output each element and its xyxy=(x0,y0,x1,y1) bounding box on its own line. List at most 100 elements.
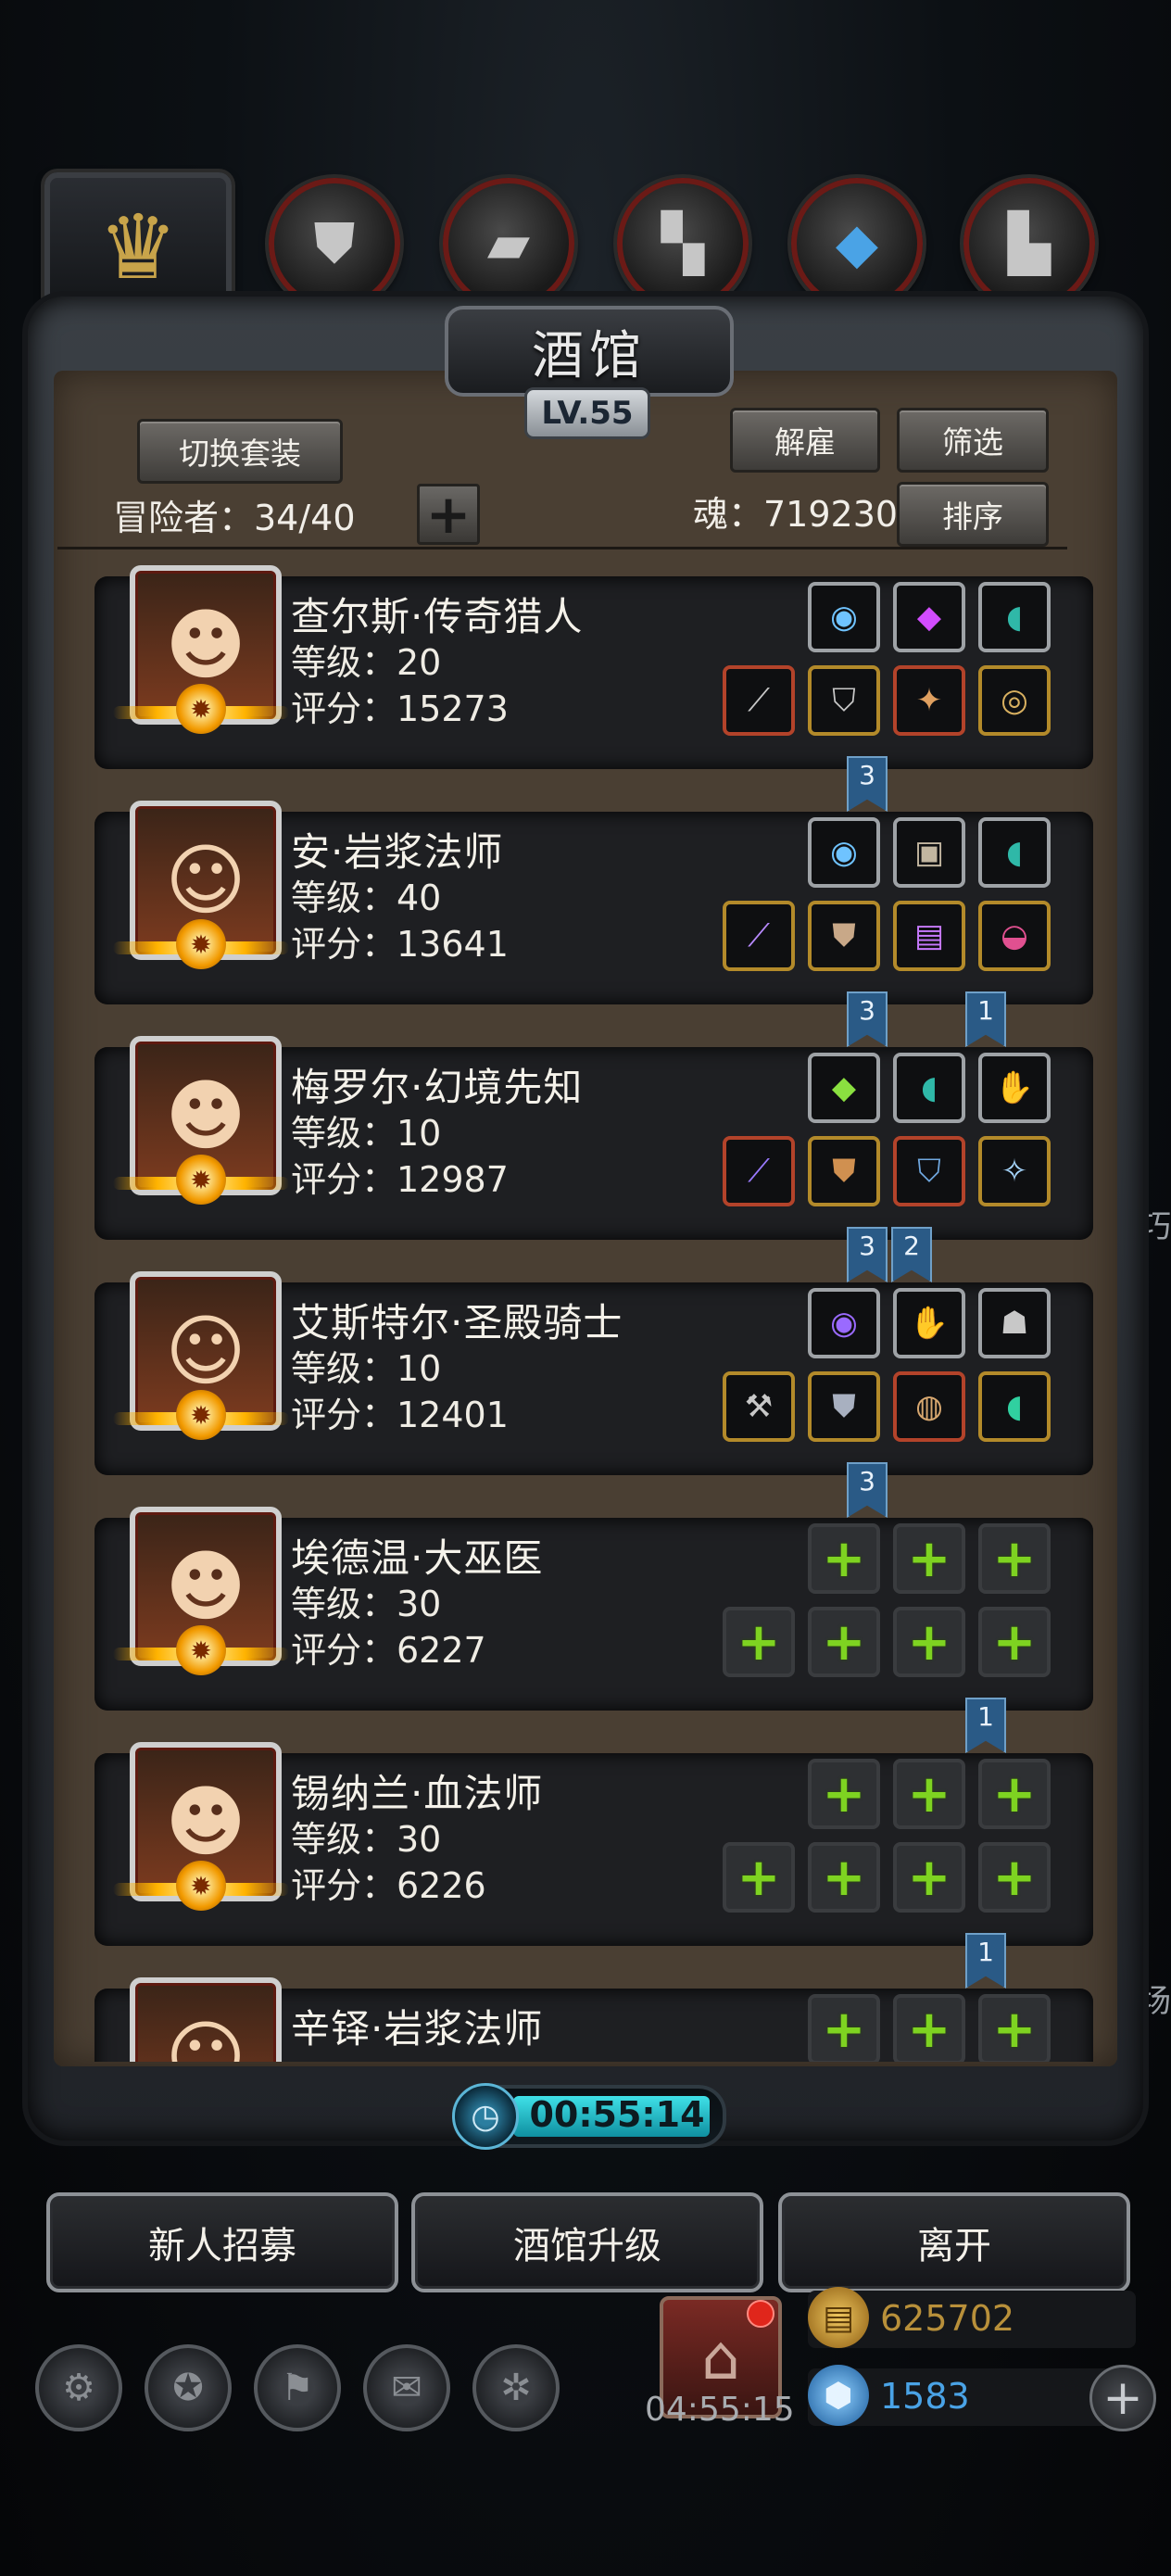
equip-slot[interactable]: ⛊ xyxy=(808,901,880,971)
hero-card[interactable]: ☺✹辛铎·岩浆法师+++ xyxy=(94,1977,1093,2062)
tab-crystal[interactable]: ◆ xyxy=(791,178,923,309)
hero-level: 等级：20 xyxy=(291,642,442,683)
gear-icon: ⚙ xyxy=(62,2367,95,2409)
tab-chest[interactable]: ▙ xyxy=(963,178,1095,309)
equip-slot[interactable]: ◉ xyxy=(808,817,880,888)
empty-equip-slot[interactable]: + xyxy=(893,1759,965,1829)
set-bonus-flag: 3 xyxy=(847,1227,888,1282)
recruit-button[interactable]: 新人招募 xyxy=(46,2192,398,2292)
soul-count: 魂：719230 xyxy=(693,494,899,535)
equip-slot[interactable]: ⛉ xyxy=(808,665,880,736)
ring-icon: ◎ xyxy=(1001,682,1028,719)
chest-icon: ▙ xyxy=(1007,211,1051,276)
set-bonus-flag: 3 xyxy=(847,756,888,812)
equip-slot[interactable]: ✋ xyxy=(893,1288,965,1358)
tab-iron[interactable]: ▚ xyxy=(617,178,749,309)
plus-icon: + xyxy=(1102,2370,1143,2426)
guild-button[interactable]: ⚑ xyxy=(254,2344,341,2431)
green-crystal-icon: ◆ xyxy=(831,1069,857,1106)
equip-slot[interactable]: ◉ xyxy=(808,1288,880,1358)
hero-level: 等级：10 xyxy=(291,1348,442,1389)
add-equip-icon: + xyxy=(737,1847,781,1908)
equip-slot[interactable]: ◒ xyxy=(978,901,1051,971)
empty-equip-slot[interactable]: + xyxy=(808,1994,880,2062)
equip-slot[interactable]: ◍ xyxy=(893,1371,965,1442)
add-adventurer-button[interactable]: + xyxy=(417,483,480,546)
empty-equip-slot[interactable]: + xyxy=(893,1994,965,2062)
settings-button[interactable]: ⚙ xyxy=(35,2344,122,2431)
empty-equip-slot[interactable]: + xyxy=(723,1842,795,1913)
hero-card[interactable]: ☻ ✹ 埃德温·大巫医 等级：30 评分：6227 + + + + + + + xyxy=(94,1507,1093,1711)
rune-icon: ✲ xyxy=(500,2367,532,2409)
gold-icon: ▤ xyxy=(808,2287,869,2348)
equip-slot[interactable]: ⛊ xyxy=(808,1371,880,1442)
empty-equip-slot[interactable]: + xyxy=(978,1842,1051,1913)
equip-slot[interactable]: ⟋ xyxy=(723,1136,795,1206)
equip-slot[interactable]: ◖ xyxy=(978,817,1051,888)
equip-slot[interactable]: ▣ xyxy=(893,817,965,888)
leave-button[interactable]: 离开 xyxy=(778,2192,1130,2292)
robe-icon: ⛊ xyxy=(832,917,856,954)
equip-slot[interactable]: ⟋ xyxy=(723,901,795,971)
hero-card[interactable]: ☺ ✹ 安·岩浆法师 等级：40 评分：13641 ◉ ▣ ◖ ⟋ ⛊ ▤ ◒ xyxy=(94,801,1093,1004)
hero-level: 等级：30 xyxy=(291,1819,442,1860)
add-equip-icon: + xyxy=(907,1763,951,1825)
hero-portrait[interactable]: ☺ xyxy=(130,1977,282,2062)
equip-slot[interactable]: ◖ xyxy=(978,1371,1051,1442)
empty-equip-slot[interactable]: + xyxy=(978,1607,1051,1677)
add-gems-button[interactable]: + xyxy=(1089,2365,1156,2431)
rank-medal-icon: ✹ xyxy=(176,1390,226,1440)
upgrade-tavern-button[interactable]: 酒馆升级 xyxy=(411,2192,763,2292)
hero-card[interactable]: ☺ ✹ 艾斯特尔·圣殿骑士 等级：10 评分：12401 ◉ ✋ ☗ ⚒ ⛊ ◍ ◖ xyxy=(94,1271,1093,1475)
equip-slot[interactable]: ◆ xyxy=(893,582,965,652)
equip-slot[interactable]: ◖ xyxy=(893,1053,965,1123)
equip-slot[interactable]: ⚒ xyxy=(723,1371,795,1442)
hero-list[interactable]: ☻ ✹ 查尔斯·传奇猎人 等级：20 评分：15273 ◉ ◆ ◖ ⟋ ⛉ ✦ ◎ 3 ☺ ✹ 安·岩浆法师等… xyxy=(57,556,1114,2062)
empty-equip-slot[interactable]: + xyxy=(893,1523,965,1594)
hammer-icon: ⚒ xyxy=(744,1388,774,1425)
equip-slot[interactable]: ◆ xyxy=(808,1053,880,1123)
pendant-icon: ✧ xyxy=(1001,1153,1028,1190)
empty-equip-slot[interactable]: + xyxy=(978,1523,1051,1594)
filter-button[interactable]: 筛选 xyxy=(897,408,1049,473)
hero-level: 等级：40 xyxy=(291,878,442,918)
add-equip-icon: + xyxy=(822,1999,866,2060)
empty-equip-slot[interactable]: + xyxy=(808,1523,880,1594)
equip-slot[interactable]: ◉ xyxy=(808,582,880,652)
equip-slot[interactable]: ⛉ xyxy=(893,1136,965,1206)
equip-slot[interactable]: ✦ xyxy=(893,665,965,736)
tab-armor[interactable]: ⛊ xyxy=(269,178,400,309)
mail-button[interactable]: ✉ xyxy=(363,2344,450,2431)
equip-slot[interactable]: ⟋ xyxy=(723,665,795,736)
dismiss-button[interactable]: 解雇 xyxy=(730,408,880,473)
switch-outfit-button[interactable]: 切换套装 xyxy=(137,419,343,484)
equip-slot[interactable]: ◎ xyxy=(978,665,1051,736)
hero-card[interactable]: ☻ ✹ 查尔斯·传奇猎人 等级：20 评分：15273 ◉ ◆ ◖ ⟋ ⛉ ✦ ◎ xyxy=(94,565,1093,769)
empty-equip-slot[interactable]: + xyxy=(808,1842,880,1913)
equip-slot[interactable]: ▤ xyxy=(893,901,965,971)
jade-ring-icon: ◖ xyxy=(1006,834,1023,871)
equip-slot[interactable]: ⛊ xyxy=(808,1136,880,1206)
empty-equip-slot[interactable]: + xyxy=(978,1994,1051,2062)
tab-wood[interactable]: ▰ xyxy=(443,178,574,309)
empty-equip-slot[interactable]: + xyxy=(723,1607,795,1677)
hero-card[interactable]: ☻ ✹ 锡纳兰·血法师 等级：30 评分：6226 + + + + + + + xyxy=(94,1742,1093,1946)
empty-equip-slot[interactable]: + xyxy=(893,1607,965,1677)
hero-name: 辛铎·岩浆法师 xyxy=(291,2006,544,2052)
empty-equip-slot[interactable]: + xyxy=(808,1607,880,1677)
skills-button[interactable]: ✲ xyxy=(472,2344,560,2431)
empty-equip-slot[interactable]: + xyxy=(978,1759,1051,1829)
equip-slot[interactable]: ✧ xyxy=(978,1136,1051,1206)
empty-equip-slot[interactable]: + xyxy=(808,1759,880,1829)
plus-icon: + xyxy=(425,483,472,546)
equip-slot[interactable]: ✋ xyxy=(978,1053,1051,1123)
achievements-button[interactable]: ✪ xyxy=(145,2344,232,2431)
equip-slot[interactable]: ☗ xyxy=(978,1288,1051,1358)
jade-ring-icon: ◖ xyxy=(1006,599,1023,636)
add-equip-icon: + xyxy=(822,1847,866,1908)
sort-button[interactable]: 排序 xyxy=(897,482,1049,547)
rank-medal-icon: ✹ xyxy=(176,919,226,969)
empty-equip-slot[interactable]: + xyxy=(893,1842,965,1913)
hero-card[interactable]: ☻ ✹ 梅罗尔·幻境先知 等级：10 评分：12987 ◆ ◖ ✋ ⟋ ⛊ ⛉ ✧ xyxy=(94,1036,1093,1240)
equip-slot[interactable]: ◖ xyxy=(978,582,1051,652)
